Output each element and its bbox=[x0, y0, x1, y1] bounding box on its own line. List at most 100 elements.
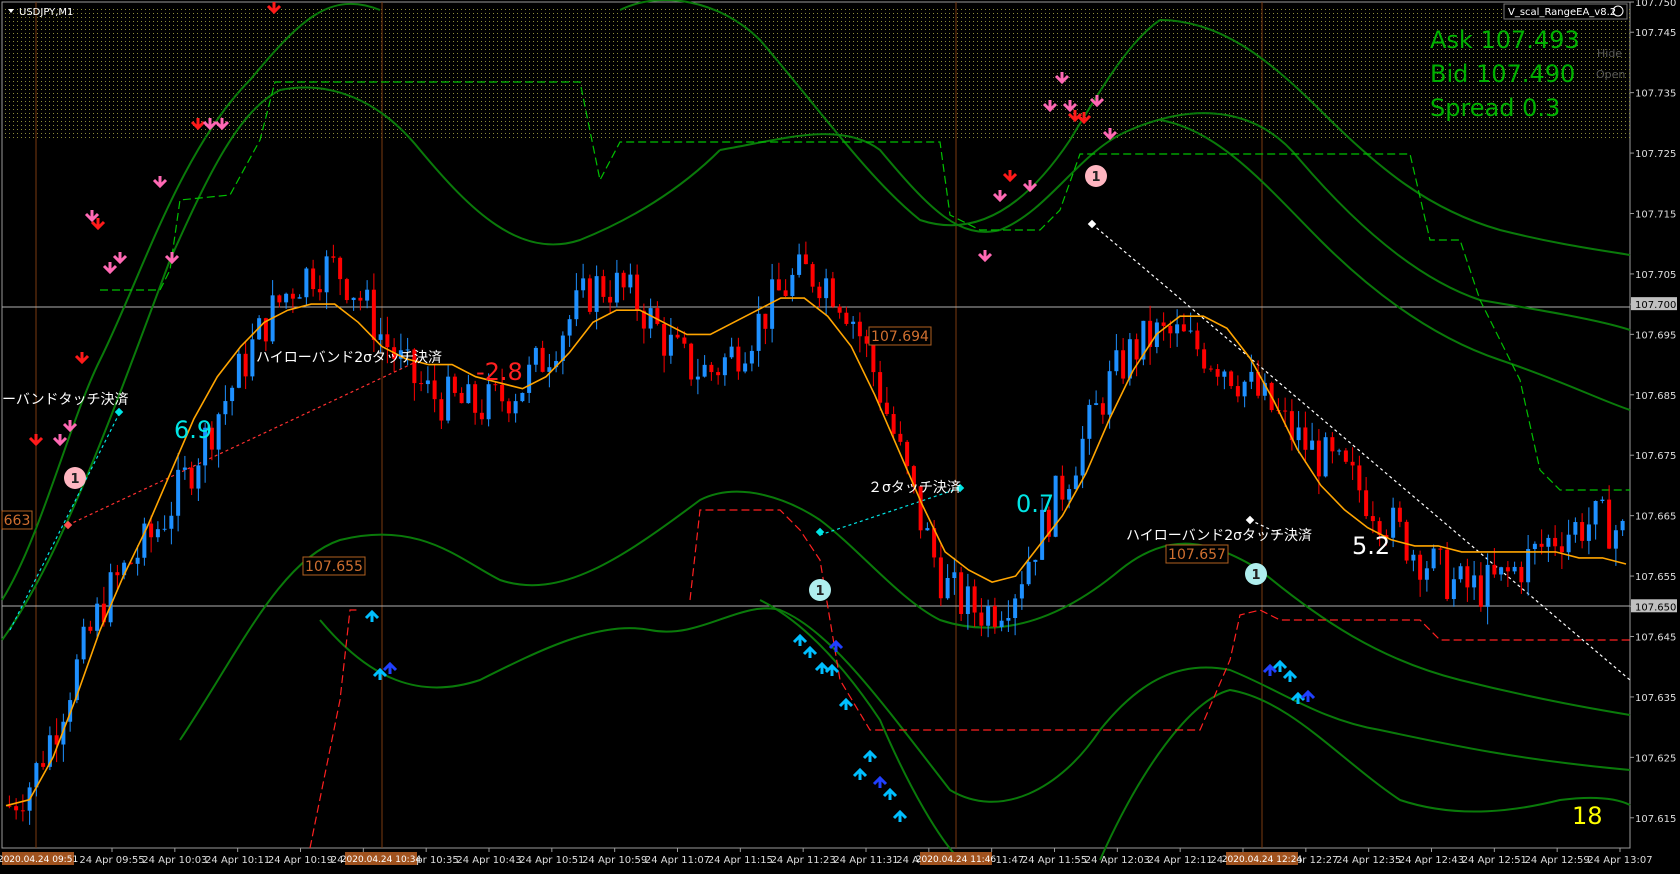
candle-body bbox=[810, 264, 815, 287]
candle-body bbox=[857, 321, 862, 337]
open-label[interactable]: Open bbox=[1596, 68, 1625, 81]
candle-body bbox=[1600, 499, 1605, 502]
candle-body bbox=[1350, 461, 1355, 466]
candle-body bbox=[1283, 410, 1288, 412]
svg-text:1: 1 bbox=[1251, 568, 1260, 583]
time-label: 24 Apr 11:15 bbox=[708, 855, 773, 866]
price-label: 107.700 bbox=[1635, 300, 1676, 311]
hide-label[interactable]: Hide bbox=[1597, 47, 1622, 60]
candle-body bbox=[155, 529, 160, 538]
candle-body bbox=[776, 279, 781, 291]
price-chart[interactable]: 1 1 1 1 107.655 107.694 107.657 663 ーバンド… bbox=[0, 0, 1680, 870]
bid-text: Bid 107.490 bbox=[1430, 60, 1575, 88]
candle-body bbox=[1100, 403, 1105, 415]
annotation-text: ２σタッチ決済 bbox=[868, 480, 961, 496]
price-axis: 107.750 107.745 107.735 107.725 107.715 107.7… bbox=[1630, 0, 1677, 825]
price-box: 107.655 bbox=[302, 556, 366, 576]
candle-body bbox=[1465, 566, 1470, 588]
candle-body bbox=[14, 806, 19, 811]
candle-body bbox=[986, 605, 991, 626]
session-label: 2020.04.24 09:51 bbox=[0, 855, 78, 865]
price-label: 107.715 bbox=[1635, 210, 1676, 221]
candle-body bbox=[1559, 546, 1564, 553]
candle-body bbox=[1519, 566, 1524, 583]
candle-body bbox=[1357, 465, 1362, 491]
price-label: 107.655 bbox=[1635, 572, 1676, 583]
candle-body bbox=[1607, 499, 1612, 549]
candle-body bbox=[1181, 324, 1186, 332]
candle-body bbox=[1404, 521, 1409, 561]
candle-body bbox=[513, 401, 518, 414]
candle-body bbox=[331, 256, 336, 258]
candle-body bbox=[1188, 330, 1193, 332]
candle-body bbox=[1478, 575, 1483, 607]
time-label: 24 Apr 13:07 bbox=[1587, 855, 1652, 866]
candle-body bbox=[365, 289, 370, 301]
candle-body bbox=[601, 276, 606, 297]
candle-body bbox=[311, 268, 316, 290]
candle-body bbox=[338, 257, 343, 280]
price-label: 107.615 bbox=[1635, 814, 1676, 825]
candle-body bbox=[324, 256, 329, 293]
candle-body bbox=[1485, 564, 1490, 607]
profit-label: 5.2 bbox=[1352, 532, 1390, 560]
candle-body bbox=[297, 297, 302, 299]
candle-body bbox=[189, 467, 194, 489]
candle-body bbox=[419, 383, 424, 385]
candle-body bbox=[317, 289, 322, 293]
candle-body bbox=[1215, 369, 1220, 377]
candle-body bbox=[905, 441, 910, 467]
session-label: 2020.04.24 11:46 bbox=[916, 855, 997, 865]
candle-body bbox=[1391, 507, 1396, 538]
candle-body bbox=[837, 306, 842, 313]
candle-body bbox=[439, 399, 444, 421]
candle-body bbox=[675, 334, 680, 338]
candle-body bbox=[992, 605, 997, 627]
candle-body bbox=[1526, 548, 1531, 583]
svg-text:1: 1 bbox=[815, 584, 824, 599]
entry-marker: 1 bbox=[1085, 165, 1107, 187]
candle-body bbox=[88, 626, 93, 631]
candle-body bbox=[115, 572, 120, 576]
price-label: 107.735 bbox=[1635, 89, 1676, 100]
candle-body bbox=[581, 278, 586, 291]
candle-body bbox=[473, 384, 478, 413]
mt4-chart-window: 1 1 1 1 107.655 107.694 107.657 663 ーバンド… bbox=[0, 0, 1680, 870]
price-label: 107.695 bbox=[1635, 330, 1676, 341]
candle-body bbox=[824, 278, 829, 299]
candle-body bbox=[176, 469, 181, 516]
candle-body bbox=[1229, 371, 1234, 387]
quote-panel: Ask 107.493 Bid 107.490 Spread 0.3 bbox=[1430, 26, 1580, 122]
svg-text:107.694: 107.694 bbox=[871, 329, 929, 345]
candle-body bbox=[290, 293, 295, 299]
candle-body bbox=[243, 353, 248, 377]
svg-text:107.657: 107.657 bbox=[1168, 547, 1226, 563]
price-label: 107.750 bbox=[1635, 0, 1676, 9]
candle-body bbox=[668, 334, 673, 356]
ea-label[interactable]: V_scal_RangeEA_v8.2 bbox=[1503, 3, 1628, 20]
candle-body bbox=[1161, 322, 1166, 326]
time-label: 24 Apr 09:55 bbox=[79, 855, 144, 866]
ask-text: Ask 107.493 bbox=[1430, 26, 1580, 54]
candle-body bbox=[1080, 438, 1085, 476]
candle-body bbox=[635, 274, 640, 311]
candle-body bbox=[1438, 548, 1443, 550]
candle-body bbox=[756, 313, 761, 351]
candle-body bbox=[1593, 501, 1598, 525]
candle-body bbox=[1208, 368, 1213, 370]
candle-body bbox=[1134, 339, 1139, 360]
candle-body bbox=[1411, 554, 1416, 561]
candle-body bbox=[1492, 564, 1497, 575]
candle-body bbox=[236, 353, 241, 388]
candle-body bbox=[898, 433, 903, 442]
candle-body bbox=[527, 364, 532, 393]
candle-body bbox=[1343, 450, 1348, 462]
candle-body bbox=[250, 339, 255, 377]
candle-body bbox=[1114, 350, 1119, 372]
candle-body bbox=[1033, 559, 1038, 562]
candle-body bbox=[695, 376, 700, 380]
candle-body bbox=[1249, 371, 1254, 382]
candle-body bbox=[1580, 522, 1585, 541]
time-label: 24 Apr 12:59 bbox=[1525, 855, 1590, 866]
candle-body bbox=[864, 336, 869, 344]
